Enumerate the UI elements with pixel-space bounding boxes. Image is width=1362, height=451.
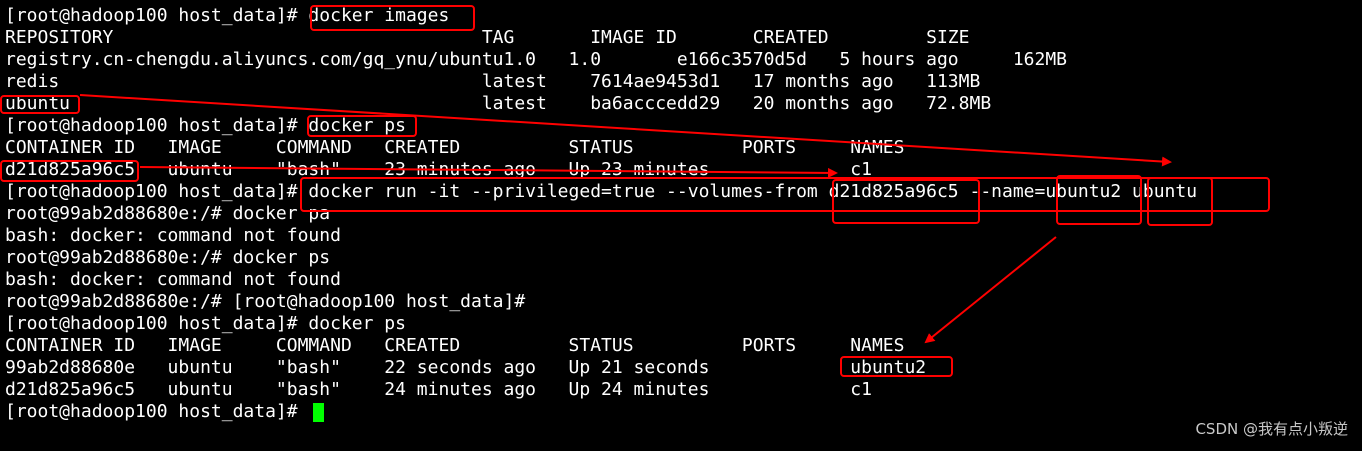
terminal-line-ps-header: CONTAINER ID IMAGE COMMAND CREATED STATU…	[5, 335, 905, 356]
terminal-line-prompt-docker-images: [root@hadoop100 host_data]# docker image…	[5, 5, 450, 26]
annotation-arrow-name-to-ubuntu2	[924, 236, 1057, 344]
terminal-line-image-ubuntu: ubuntu latest ba6acccedd29 20 months ago…	[5, 93, 992, 114]
terminal-line-prompt-docker-ps: [root@hadoop100 host_data]# docker ps	[5, 313, 406, 334]
terminal-line-docker-run: [root@hadoop100 host_data]# docker run -…	[5, 181, 1198, 202]
terminal-line-container-prompt: root@99ab2d88680e:/# docker pa	[5, 203, 331, 224]
terminal-line-container-prompt: root@99ab2d88680e:/# docker ps	[5, 247, 331, 268]
terminal-cursor	[313, 403, 324, 422]
terminal-line-ps-header: CONTAINER ID IMAGE COMMAND CREATED STATU…	[5, 137, 905, 158]
terminal-line-container-prompt: root@99ab2d88680e:/# [root@hadoop100 hos…	[5, 291, 526, 312]
terminal-line-image-registry: registry.cn-chengdu.aliyuncs.com/gq_ynu/…	[5, 49, 1068, 70]
terminal-line-container-c1: d21d825a96c5 ubuntu "bash" 23 minutes ag…	[5, 159, 872, 180]
csdn-watermark: CSDN @我有点小叛逆	[1195, 420, 1348, 438]
terminal-line-container-ubuntu2: 99ab2d88680e ubuntu "bash" 22 seconds ag…	[5, 357, 927, 378]
terminal-line-current-prompt[interactable]: [root@hadoop100 host_data]#	[5, 401, 308, 423]
terminal-line-images-header: REPOSITORY TAG IMAGE ID CREATED SIZE	[5, 27, 970, 48]
terminal-line-error: bash: docker: command not found	[5, 269, 341, 290]
terminal-line-error: bash: docker: command not found	[5, 225, 341, 246]
terminal-line-prompt-docker-ps: [root@hadoop100 host_data]# docker ps	[5, 115, 406, 136]
terminal-line-image-redis: redis latest 7614ae9453d1 17 months ago …	[5, 71, 981, 92]
terminal-window[interactable]: [root@hadoop100 host_data]# docker image…	[0, 0, 1362, 451]
terminal-line-container-c1: d21d825a96c5 ubuntu "bash" 24 minutes ag…	[5, 379, 872, 400]
